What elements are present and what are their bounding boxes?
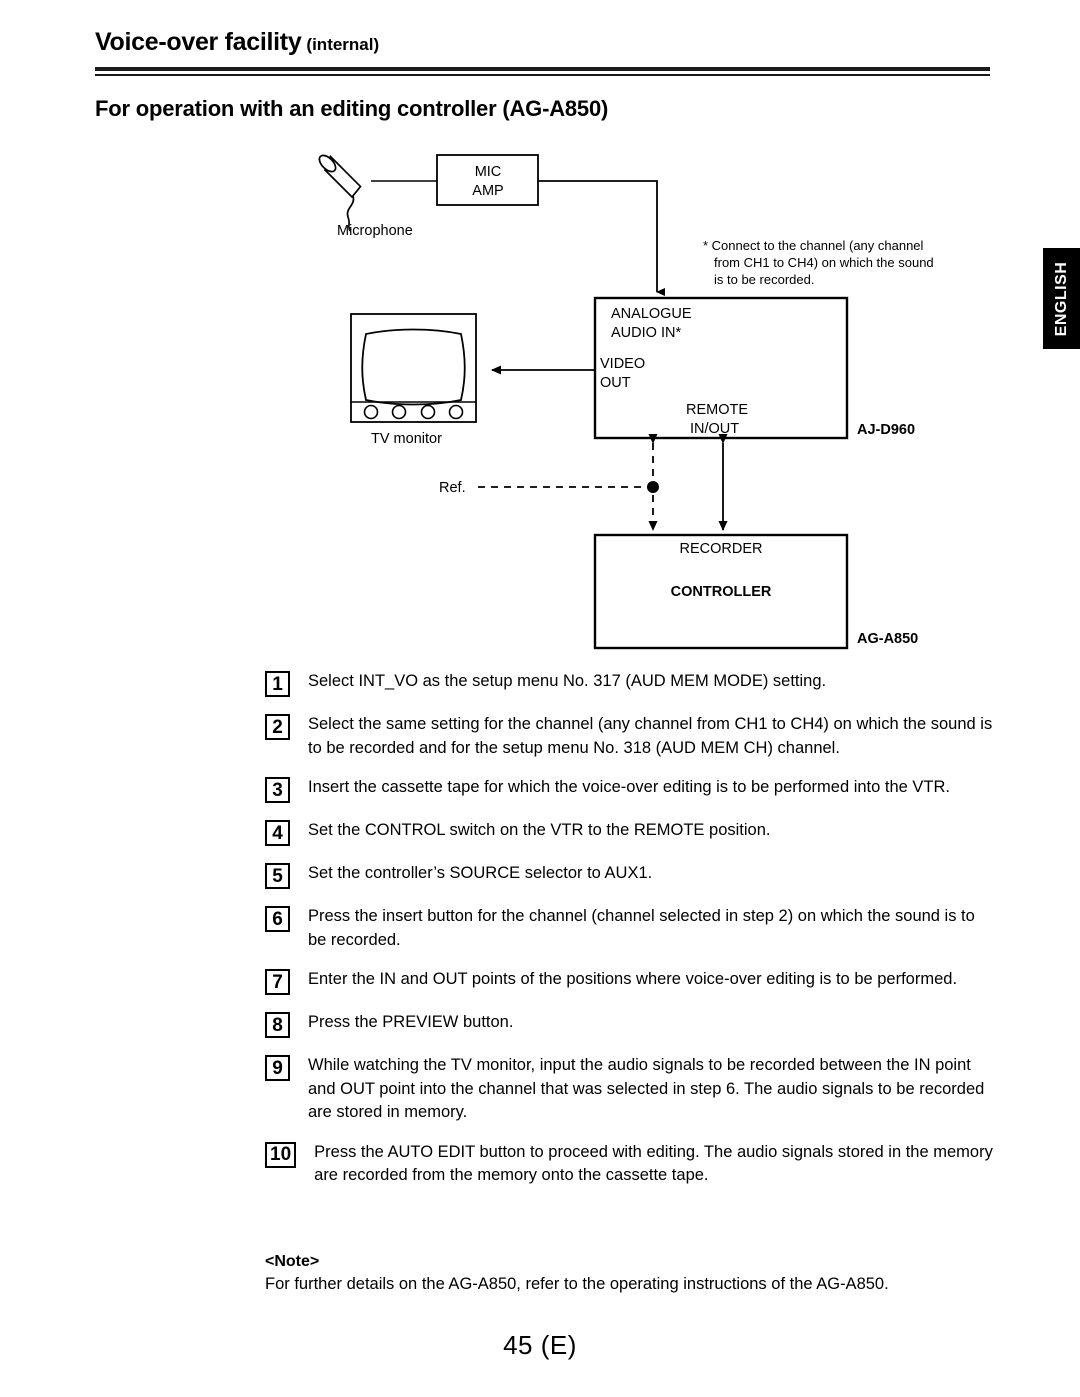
- note-block: <Note> For further details on the AG-A85…: [265, 1253, 995, 1297]
- step-number-badge: 8: [265, 1012, 290, 1038]
- recorder-label: RECORDER: [679, 541, 763, 557]
- mic-amp-label-line1: MIC: [474, 164, 502, 180]
- step-row: 7 Enter the IN and OUT points of the posi…: [265, 968, 995, 995]
- connection-diagram: MIC AMP Microphone * Connect to the chan…: [0, 0, 1080, 680]
- step-text: Set the controller’s SOURCE selector to …: [308, 864, 653, 882]
- note-text: For further details on the AG-A850, refe…: [265, 1275, 889, 1293]
- step-row: 5 Set the controller’s SOURCE selector to…: [265, 862, 995, 889]
- vtr-model-label: AJ-D960: [857, 422, 916, 438]
- controller-label: CONTROLLER: [670, 584, 772, 600]
- procedure-steps: 1 Select INT_VO as the setup menu No. 317…: [265, 670, 995, 1204]
- microphone-icon: [318, 154, 362, 232]
- step-text: Press the PREVIEW button.: [308, 1013, 514, 1031]
- ref-label: Ref.: [439, 480, 466, 496]
- footnote-line3: is to be recorded.: [714, 272, 815, 287]
- step-number-badge: 9: [265, 1055, 290, 1081]
- diagram-graphics: [318, 154, 849, 650]
- tv-monitor-label: TV monitor: [371, 431, 442, 447]
- microphone-label: Microphone: [337, 223, 413, 239]
- step-text: While watching the TV monitor, input the…: [308, 1056, 985, 1121]
- page-number: 45 (E): [503, 1330, 577, 1360]
- analogue-audio-in-line1: ANALOGUE: [611, 306, 692, 322]
- tv-monitor-icon: [350, 313, 477, 423]
- step-row: 10 Press the AUTO EDIT button to proceed …: [265, 1141, 995, 1188]
- step-text: Press the AUTO EDIT button to proceed wi…: [314, 1142, 993, 1185]
- step-text: Select INT_VO as the setup menu No. 317 …: [308, 672, 827, 690]
- remote-in-out-line1: REMOTE: [686, 402, 749, 418]
- mic-amp-label-line2: AMP: [472, 183, 504, 199]
- step-row: 1 Select INT_VO as the setup menu No. 317…: [265, 670, 995, 697]
- step-row: 8 Press the PREVIEW button.: [265, 1011, 995, 1038]
- step-row: 2 Select the same setting for the channel…: [265, 713, 995, 760]
- step-row: 6 Press the insert button for the channel…: [265, 905, 995, 952]
- footnote-line2: from CH1 to CH4) on which the sound: [714, 255, 934, 270]
- step-text: Set the CONTROL switch on the VTR to the…: [308, 821, 771, 839]
- step-number-badge: 2: [265, 714, 290, 740]
- step-text: Select the same setting for the channel …: [308, 715, 993, 757]
- step-number-badge: 3: [265, 777, 290, 803]
- footnote-line1: * Connect to the channel (any channel: [703, 238, 924, 253]
- step-number-badge: 5: [265, 863, 290, 889]
- ref-junction-dot: [647, 481, 659, 493]
- step-text: Insert the cassette tape for which the v…: [308, 778, 950, 796]
- controller-model-label: AG-A850: [857, 631, 919, 647]
- step-number-badge: 10: [265, 1141, 297, 1168]
- note-title: <Note>: [265, 1253, 320, 1270]
- step-row: 9 While watching the TV monitor, input th…: [265, 1054, 995, 1125]
- analogue-audio-in-line2: AUDIO IN*: [611, 325, 682, 341]
- step-number-badge: 4: [265, 820, 290, 846]
- video-out-line2: OUT: [600, 375, 631, 391]
- step-row: 3 Insert the cassette tape for which the …: [265, 776, 995, 803]
- step-text: Enter the IN and OUT points of the posit…: [308, 970, 958, 988]
- step-number-badge: 6: [265, 906, 290, 932]
- step-number-badge: 1: [265, 671, 290, 697]
- video-out-line1: VIDEO: [600, 356, 646, 372]
- amp-to-vtr-wire: [538, 180, 665, 296]
- step-number-badge: 7: [265, 969, 290, 995]
- step-text: Press the insert button for the channel …: [308, 907, 975, 949]
- step-row: 4 Set the CONTROL switch on the VTR to th…: [265, 819, 995, 846]
- remote-in-out-line2: IN/OUT: [690, 421, 740, 437]
